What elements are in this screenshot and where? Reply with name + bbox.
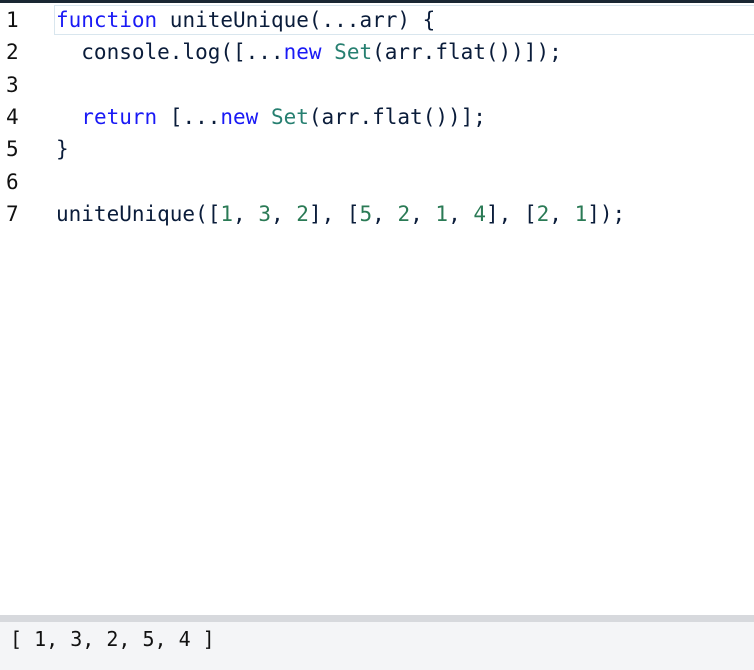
code-token-plain: console.log([...: [56, 40, 284, 65]
code-line[interactable]: 5}: [0, 133, 754, 165]
code-token-kw: new: [220, 104, 259, 129]
code-token-plain: ,: [549, 201, 575, 226]
code-token-num: 2: [397, 201, 411, 226]
code-token-cls: Set: [334, 40, 373, 65]
code-token-plain: ,: [233, 201, 259, 226]
line-number: 1: [6, 8, 19, 32]
code-token-num: 1: [435, 201, 449, 226]
code-token-plain: ,: [270, 201, 297, 226]
code-token-num: 1: [574, 201, 588, 226]
code-token-plain: (arr.flat())];: [308, 104, 486, 129]
code-token-plain: ,: [372, 201, 398, 226]
panel-splitter[interactable]: [0, 615, 754, 622]
code-token-kw: function: [56, 8, 158, 32]
code-token-num: 4: [473, 201, 487, 226]
code-token-plain: (arr.flat())]);: [372, 40, 562, 65]
code-token-plain: uniteUnique([: [56, 201, 221, 226]
code-text: }: [56, 133, 69, 165]
code-token-plain: ,: [448, 201, 474, 226]
code-token-num: 2: [536, 201, 550, 226]
code-token-num: 5: [359, 201, 373, 226]
line-number: 3: [6, 72, 19, 97]
code-token-plain: ,: [410, 201, 436, 226]
code-text: function uniteUnique(...arr) {: [56, 4, 435, 36]
code-token-kw: return: [81, 104, 158, 129]
line-number: 6: [6, 169, 19, 194]
code-token-num: 1: [220, 201, 234, 226]
line-number: 7: [6, 201, 19, 226]
line-number: 2: [6, 40, 19, 65]
code-token-cls: Set: [270, 104, 309, 129]
code-line[interactable]: 7 uniteUnique([1, 3, 2], [5, 2, 1, 4], [2…: [0, 198, 754, 230]
code-token-plain: ], [: [308, 201, 360, 226]
code-line[interactable]: 3: [0, 69, 754, 101]
code-text: return [...new Set(arr.flat())];: [56, 101, 486, 133]
line-number: 5: [6, 137, 19, 162]
code-line[interactable]: 4 return [...new Set(arr.flat())];: [0, 101, 754, 133]
code-token-plain: uniteUnique(...arr) {: [157, 8, 436, 32]
code-text: uniteUnique([1, 3, 2], [5, 2, 1, 4], [2,…: [56, 198, 625, 230]
code-token-num: 3: [258, 201, 271, 226]
code-token-plain: ], [: [486, 201, 537, 226]
code-token-plain: ]);: [587, 201, 626, 226]
code-line[interactable]: 2 console.log([...new Set(arr.flat())]);: [0, 36, 754, 68]
code-token-num: 2: [296, 201, 309, 226]
code-editor[interactable]: 1 function uniteUnique(...arr) {2 console…: [0, 3, 754, 615]
code-token-plain: [...: [157, 104, 221, 129]
console-panel: [ 1, 3, 2, 5, 4 ]: [0, 622, 754, 670]
code-text: console.log([...new Set(arr.flat())]);: [56, 36, 562, 68]
console-output: [ 1, 3, 2, 5, 4 ]: [10, 627, 215, 651]
code-token-plain: }: [56, 137, 69, 162]
code-line[interactable]: 6: [0, 166, 754, 198]
code-line[interactable]: 1 function uniteUnique(...arr) {: [0, 4, 754, 36]
line-number: 4: [6, 104, 19, 129]
code-token-kw: new: [283, 40, 322, 65]
